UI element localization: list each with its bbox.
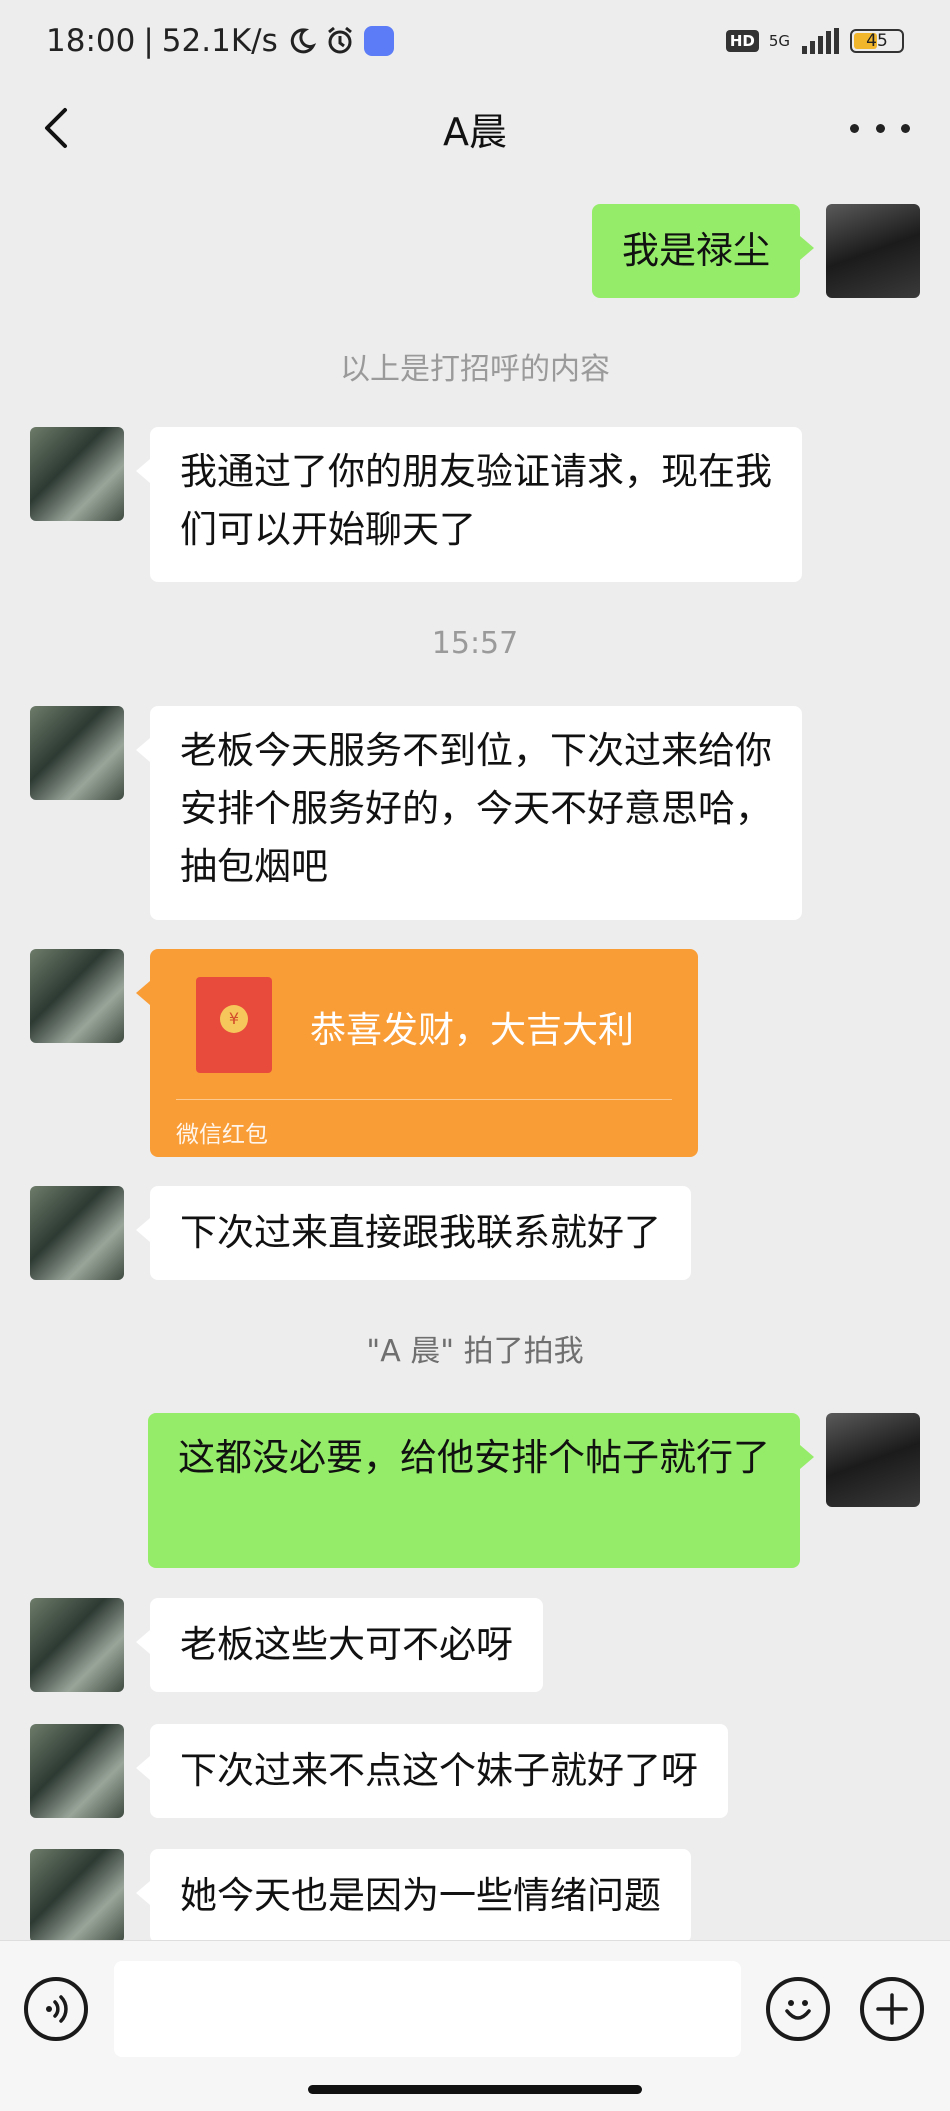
- message-bubble-other[interactable]: 我通过了你的朋友验证请求，现在我们可以开始聊天了: [136, 427, 802, 582]
- chevron-left-icon: [45, 108, 67, 148]
- app-notification-icon: [363, 26, 394, 56]
- plus-icon: [876, 1993, 908, 2025]
- status-separator: |: [143, 23, 154, 59]
- red-packet-label: 微信红包: [176, 1122, 268, 1148]
- moon-icon: [290, 28, 316, 54]
- signal-icon: [802, 28, 839, 54]
- red-envelope-icon: ¥: [196, 977, 272, 1073]
- chat-messages[interactable]: 我是禄尘 以上是打招呼的内容 我通过了你的朋友验证请求，现在我们可以开始聊天了 …: [0, 174, 950, 1940]
- emoji-icon: [785, 2000, 811, 2020]
- red-packet-greeting: 恭喜发财，大吉大利: [310, 1010, 635, 1051]
- battery-level: 45: [866, 31, 888, 51]
- input-bar: [0, 1940, 950, 2111]
- chat-title: A晨: [443, 109, 507, 154]
- red-packet-divider: [176, 1099, 672, 1100]
- pat-notification: "A 晨" 拍了拍我: [366, 1334, 584, 1369]
- contact-avatar[interactable]: [30, 1849, 124, 1940]
- contact-avatar[interactable]: [30, 1598, 124, 1692]
- back-button[interactable]: [30, 102, 82, 154]
- battery-icon: 45: [850, 29, 904, 53]
- chat-header: A晨: [0, 82, 950, 174]
- message-input[interactable]: [114, 1961, 741, 2057]
- message-bubble-other[interactable]: 她今天也是因为一些情绪问题: [136, 1849, 691, 1940]
- plus-button[interactable]: [860, 1977, 924, 2041]
- contact-avatar[interactable]: [30, 1724, 124, 1818]
- message-bubble-self[interactable]: 我是禄尘: [592, 204, 814, 298]
- coin-icon: ¥: [220, 1005, 248, 1033]
- emoji-button[interactable]: [766, 1977, 830, 2041]
- status-time: 18:00: [46, 23, 136, 59]
- more-dots-icon: [850, 123, 859, 133]
- home-indicator[interactable]: [308, 2085, 642, 2094]
- network-type: 5G: [768, 32, 790, 50]
- contact-avatar[interactable]: [30, 706, 124, 800]
- contact-avatar[interactable]: [30, 427, 124, 521]
- status-bar: 18:00 | 52.1K/s HD 5G 45: [0, 0, 950, 82]
- voice-icon: [46, 1995, 68, 2023]
- system-message: 以上是打招呼的内容: [340, 352, 610, 387]
- hd-badge: HD: [725, 30, 759, 52]
- contact-avatar[interactable]: [30, 949, 124, 1043]
- contact-avatar[interactable]: [30, 1186, 124, 1280]
- more-button[interactable]: [850, 106, 910, 150]
- message-bubble-other[interactable]: 下次过来不点这个妹子就好了呀: [136, 1724, 728, 1818]
- red-packet[interactable]: ¥ 恭喜发财，大吉大利 微信红包: [136, 949, 698, 1157]
- self-avatar[interactable]: [826, 1413, 920, 1507]
- message-bubble-self[interactable]: 这都没必要，给他安排个帖子就行了: [148, 1413, 814, 1568]
- message-bubble-other[interactable]: 下次过来直接跟我联系就好了: [136, 1186, 691, 1280]
- message-bubble-other[interactable]: 老板这些大可不必呀: [136, 1598, 543, 1692]
- voice-button[interactable]: [24, 1977, 88, 2041]
- message-bubble-other[interactable]: 老板今天服务不到位，下次过来给你安排个服务好的，今天不好意思哈，抽包烟吧: [136, 706, 802, 920]
- network-speed: 52.1K/s: [161, 23, 278, 59]
- self-avatar[interactable]: [826, 204, 920, 298]
- alarm-icon: [327, 26, 352, 54]
- message-timestamp: 15:57: [431, 626, 519, 661]
